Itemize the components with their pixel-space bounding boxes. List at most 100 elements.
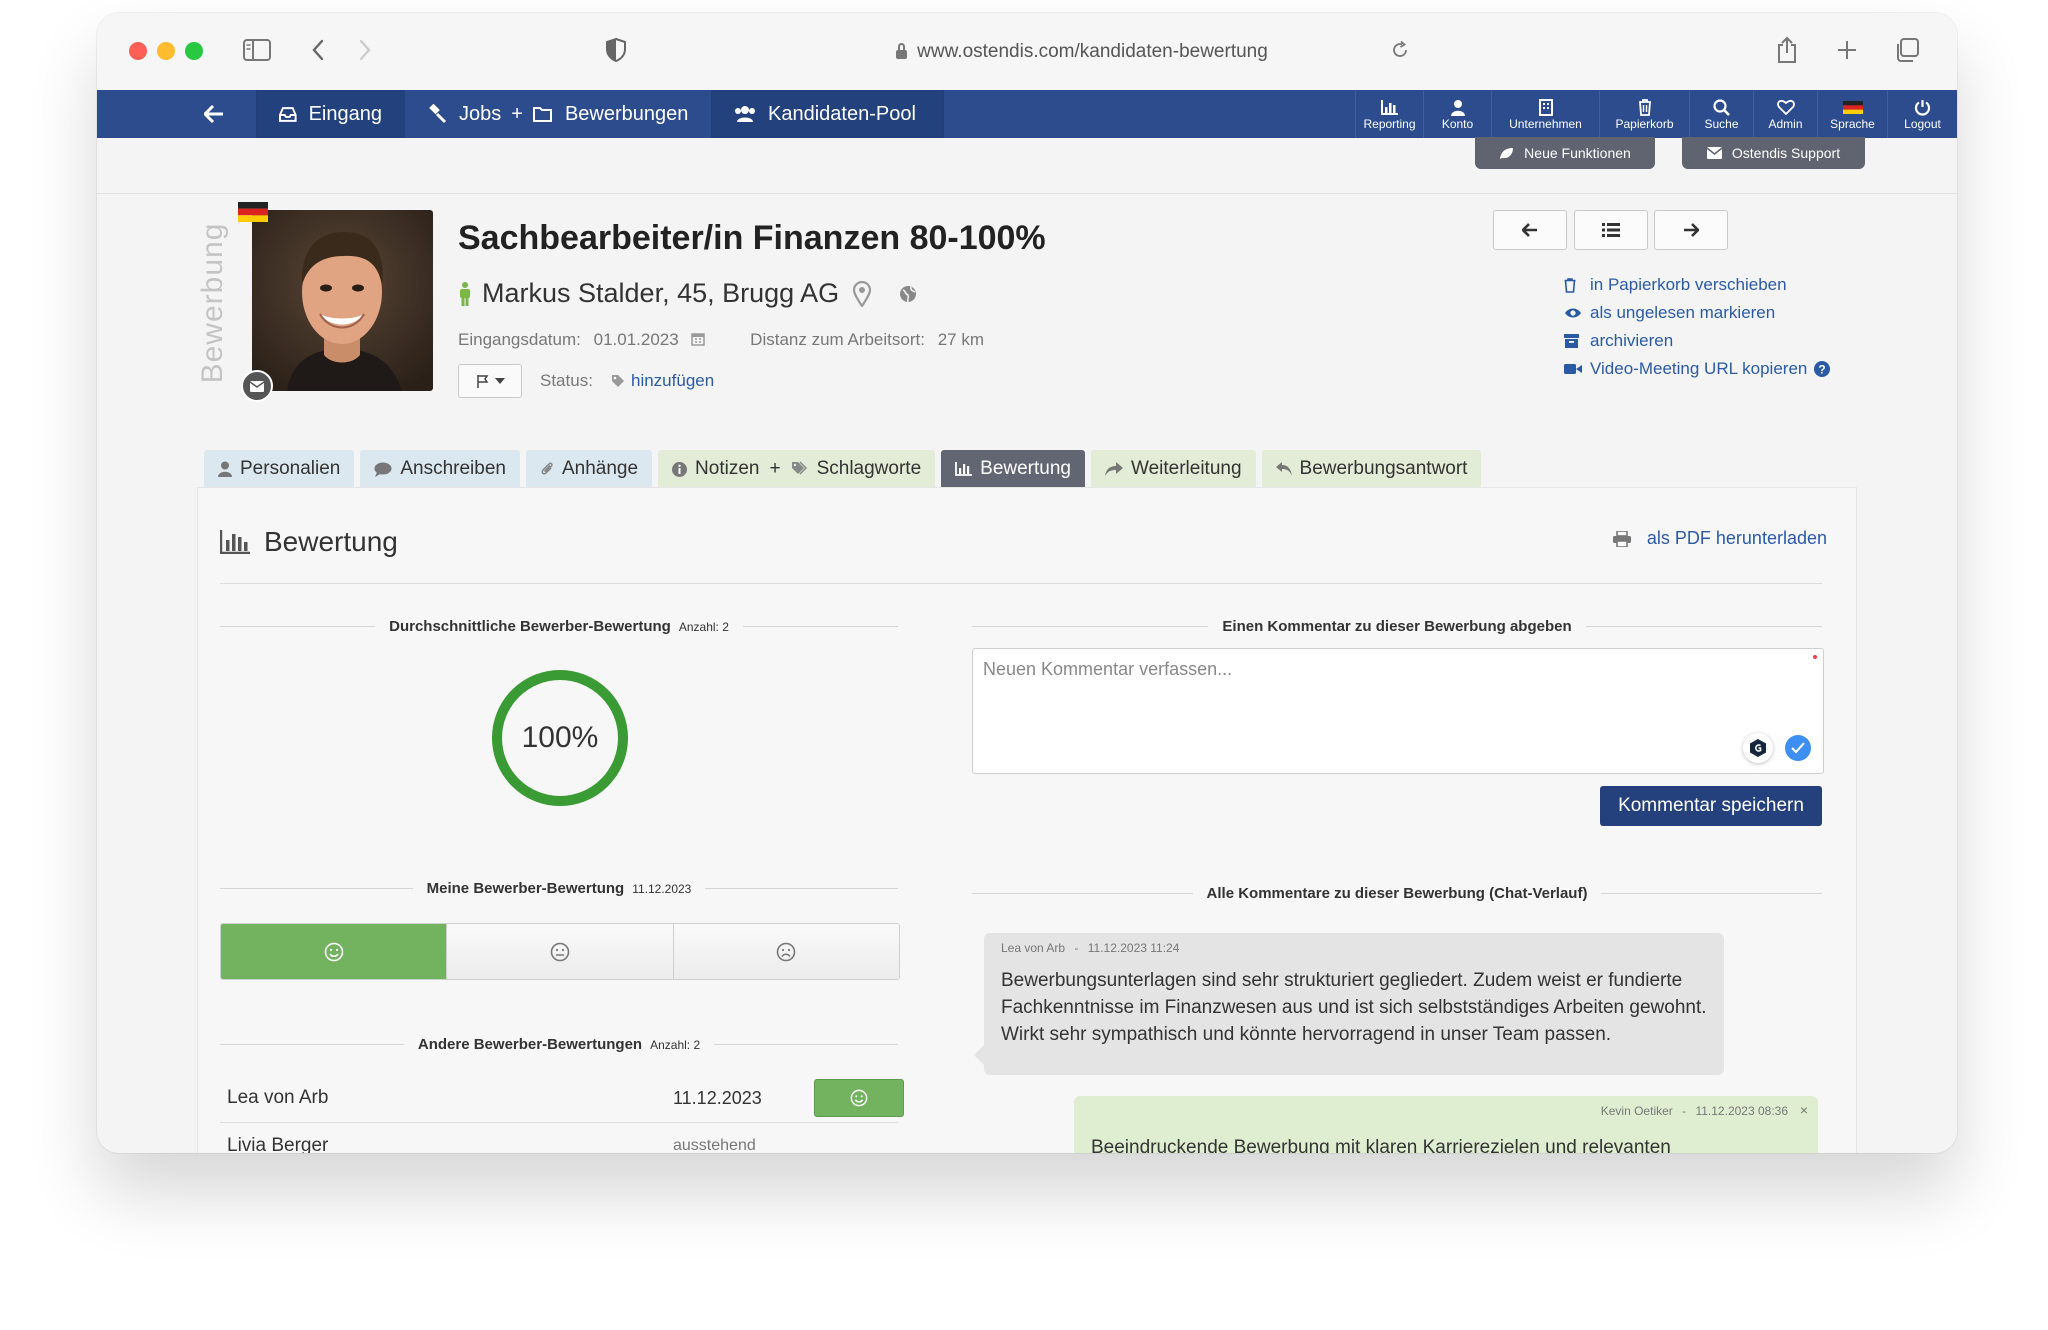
comment-box: [972, 648, 1824, 774]
nav-jobs-applications[interactable]: Jobs + Bewerbungen: [405, 90, 712, 138]
back-nav-button[interactable]: [97, 90, 257, 138]
tab-bewerbungsantwort-label: Bewerbungsantwort: [1299, 458, 1468, 479]
move-to-trash-action[interactable]: in Papierkorb verschieben: [1564, 271, 1830, 299]
calendar-icon[interactable]: [691, 332, 706, 346]
comment-author: Kevin Oetiker: [1600, 1104, 1673, 1118]
rating-neutral-button[interactable]: [447, 924, 674, 979]
comment-message-own: Kevin Oetiker - 11.12.2023 08:36 × Beein…: [1074, 1096, 1818, 1153]
nav-company[interactable]: Unternehmen: [1491, 90, 1599, 138]
comment-input[interactable]: [973, 649, 1823, 773]
vertical-label-text: Bewerbung: [196, 222, 229, 384]
new-tab-icon[interactable]: [1833, 33, 1861, 67]
meh-icon: [550, 942, 570, 961]
grammarly-icon[interactable]: [1743, 733, 1773, 763]
rating-negative-button[interactable]: [673, 924, 899, 979]
browser-toolbar: www.ostendis.com/kandidaten-bewertung: [97, 13, 1957, 90]
privacy-shield-icon[interactable]: [602, 33, 630, 67]
copy-video-url-action[interactable]: Video-Meeting URL kopieren ?: [1564, 355, 1831, 383]
my-rating-title: Meine Bewerber-Bewertung: [426, 879, 625, 897]
heart-icon: [1776, 97, 1795, 117]
tab-anschreiben-label: Anschreiben: [400, 458, 506, 479]
reload-icon[interactable]: [1387, 33, 1413, 67]
download-pdf-label: als PDF herunterladen: [1646, 528, 1827, 548]
tab-notizen-plus: +: [769, 458, 781, 479]
list-icon: [1602, 223, 1620, 237]
tag-icon: [612, 375, 624, 387]
download-pdf-link[interactable]: als PDF herunterladen: [1612, 528, 1827, 549]
rating-positive-button[interactable]: [221, 924, 448, 979]
arrow-left-icon: [1522, 223, 1537, 237]
archive-action[interactable]: archivieren: [1564, 327, 1830, 355]
tab-weiterleitung[interactable]: Weiterleitung: [1090, 450, 1256, 488]
table-row: Lea von Arb 11.12.2023: [220, 1074, 904, 1123]
tags-icon: [791, 461, 807, 475]
tab-weiterleitung-label: Weiterleitung: [1130, 458, 1242, 479]
url-text: www.ostendis.com/kandidaten-bewertung: [917, 41, 1268, 62]
next-record-button[interactable]: [1654, 210, 1728, 250]
comment-text: Beeindruckende Bewerbung mit klaren Karr…: [1091, 1137, 1671, 1153]
folder-icon: [532, 107, 552, 122]
nav-jobs-label: Jobs: [459, 102, 502, 125]
tab-anhaenge[interactable]: Anhänge: [525, 450, 653, 488]
tab-personalien-label: Personalien: [240, 458, 341, 479]
smile-icon: [850, 1089, 868, 1107]
rater-name: Lea von Arb: [227, 1087, 329, 1108]
nav-search[interactable]: Suche: [1689, 90, 1753, 138]
tab-notizen-schlagworte[interactable]: Notizen + Schlagworte: [658, 450, 936, 488]
tab-bewertung[interactable]: Bewertung: [941, 450, 1085, 488]
comment-time: 11.12.2023 11:24: [1087, 941, 1180, 955]
flag-de-icon: [238, 202, 268, 222]
delete-comment-icon[interactable]: ×: [1800, 1102, 1808, 1118]
other-ratings-heading: Andere Bewerber-Bewertungen Anzahl: 2: [220, 1034, 899, 1054]
back-icon[interactable]: [305, 33, 331, 67]
tab-overview-icon[interactable]: [1892, 33, 1922, 67]
help-icon[interactable]: ?: [1814, 361, 1831, 377]
previous-record-button[interactable]: [1493, 210, 1567, 250]
nav-candidate-pool[interactable]: Kandidaten-Pool: [712, 90, 944, 138]
checkmark-icon[interactable]: [1785, 735, 1811, 761]
close-window-button[interactable]: [129, 42, 147, 60]
mark-unread-label: als ungelesen markieren: [1590, 303, 1776, 322]
minimize-window-button[interactable]: [157, 42, 175, 60]
video-icon: [1564, 363, 1590, 375]
svg-text:?: ?: [1819, 363, 1826, 377]
nav-account[interactable]: Konto: [1423, 90, 1491, 138]
flag-dropdown-button[interactable]: [458, 364, 522, 398]
forward-icon[interactable]: [352, 33, 378, 67]
sidebar-toggle-icon[interactable]: [240, 33, 274, 67]
tab-bewerbungsantwort[interactable]: Bewerbungsantwort: [1261, 450, 1482, 488]
zoom-window-button[interactable]: [185, 42, 203, 60]
new-features-button[interactable]: Neue Funktionen: [1475, 137, 1655, 169]
nav-logout[interactable]: Logout: [1887, 90, 1957, 138]
job-title: Sachbearbeiter/in Finanzen 80-100%: [458, 219, 1046, 257]
meta-line: Eingangsdatum: 01.01.2023 Distanz zum Ar…: [458, 330, 984, 350]
share-icon[interactable]: [1773, 33, 1801, 67]
nav-account-label: Konto: [1441, 117, 1474, 131]
nav-pool-label: Kandidaten-Pool: [768, 102, 916, 125]
building-icon: [1538, 97, 1553, 117]
mark-unread-action[interactable]: als ungelesen markieren: [1564, 299, 1830, 327]
nav-admin[interactable]: Admin: [1753, 90, 1817, 138]
save-comment-button[interactable]: Kommentar speichern: [1600, 786, 1822, 826]
map-marker-icon[interactable]: [853, 280, 872, 307]
record-tabs: Personalien Anschreiben Anhänge Notizen …: [204, 450, 1487, 488]
trash-icon: [1638, 97, 1652, 117]
list-view-button[interactable]: [1574, 210, 1648, 250]
print-icon: [1612, 530, 1631, 547]
share-arrow-icon: [1104, 462, 1123, 476]
reply-icon: [1275, 462, 1292, 476]
nav-reporting-label: Reporting: [1363, 117, 1416, 131]
tab-anschreiben[interactable]: Anschreiben: [360, 450, 520, 488]
send-mail-icon[interactable]: [241, 370, 273, 402]
nav-reporting[interactable]: Reporting: [1355, 90, 1423, 138]
nav-inbox[interactable]: Eingang: [257, 90, 405, 138]
address-bar[interactable]: www.ostendis.com/kandidaten-bewertung: [832, 37, 1332, 67]
nav-language[interactable]: Sprache: [1817, 90, 1887, 138]
support-button[interactable]: Ostendis Support: [1682, 137, 1865, 169]
globe-icon[interactable]: [899, 285, 917, 303]
nav-trash[interactable]: Papierkorb: [1599, 90, 1689, 138]
main-navigation: Eingang Jobs + Bewerbungen Kandidaten-Po…: [97, 90, 1957, 138]
status-add-link[interactable]: hinzufügen: [611, 371, 714, 391]
comment-meta: Kevin Oetiker - 11.12.2023 08:36: [1601, 1104, 1788, 1118]
tab-personalien[interactable]: Personalien: [204, 450, 355, 488]
